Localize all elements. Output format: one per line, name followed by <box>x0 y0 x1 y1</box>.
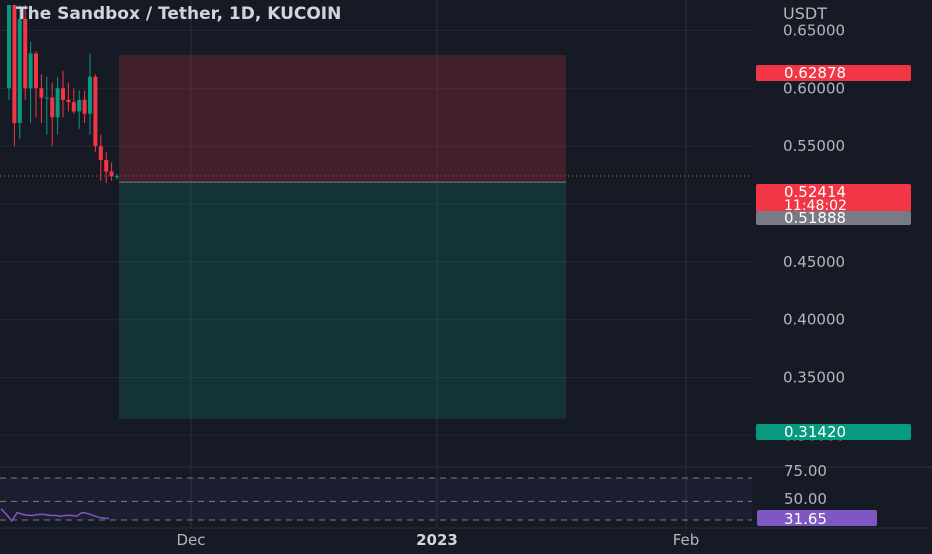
currency-label: USDT <box>783 4 827 23</box>
candle-body <box>55 88 60 118</box>
candle-body <box>23 18 28 89</box>
candle-body <box>50 97 55 118</box>
candle-body <box>66 99 71 103</box>
price-tick-label: 0.65000 <box>783 21 845 39</box>
candle-body <box>39 88 44 98</box>
price-tick-label: 0.55000 <box>783 137 845 155</box>
price-tick-label: 0.45000 <box>783 253 845 271</box>
candle-body <box>34 53 38 89</box>
entry-price-badge: 0.51888 <box>756 209 911 227</box>
candle-body <box>98 146 103 160</box>
rsi-level-75: 75.00 <box>784 462 827 480</box>
time-label-dec: Dec <box>176 531 205 549</box>
rsi-band <box>0 478 752 520</box>
candle-body <box>61 88 65 100</box>
candle-body <box>71 102 76 112</box>
rsi-level-50: 50.00 <box>784 490 827 508</box>
candle-body <box>17 18 22 123</box>
entry-price-label: 0.51888 <box>784 209 846 227</box>
candle-body <box>104 159 109 172</box>
rsi-value-badge: 31.65 <box>757 510 877 528</box>
candle-body <box>82 99 87 114</box>
time-label-feb: Feb <box>673 531 700 549</box>
stop-loss-zone <box>119 54 566 183</box>
price-tick-label: 0.40000 <box>783 311 845 329</box>
candle-body <box>115 176 119 178</box>
trading-chart[interactable]: 0.650000.600000.550000.450000.400000.350… <box>0 0 932 550</box>
candle-body <box>93 76 98 147</box>
candle-body <box>44 97 49 99</box>
chart-stage: 0.65000 0.60000 0.55000 0.45000 0.40000 0.350… <box>0 0 932 550</box>
take-profit-zone <box>119 182 566 419</box>
chart-title: The Sandbox / Tether, 1D, KUCOIN <box>16 4 341 24</box>
candle-body <box>28 53 33 89</box>
candle-body <box>7 5 11 89</box>
rsi-value-label: 31.65 <box>784 510 827 528</box>
stop-price-label: 0.62878 <box>784 64 846 82</box>
price-tick-label: 0.35000 <box>783 368 845 386</box>
candle-body <box>109 171 114 177</box>
candle-body <box>77 99 82 112</box>
stop-price-badge: 0.62878 <box>756 64 911 82</box>
time-label-2023: 2023 <box>416 531 458 549</box>
target-price-badge: 0.31420 <box>756 423 911 441</box>
candle-body <box>88 76 92 114</box>
target-price-label: 0.31420 <box>784 423 846 441</box>
